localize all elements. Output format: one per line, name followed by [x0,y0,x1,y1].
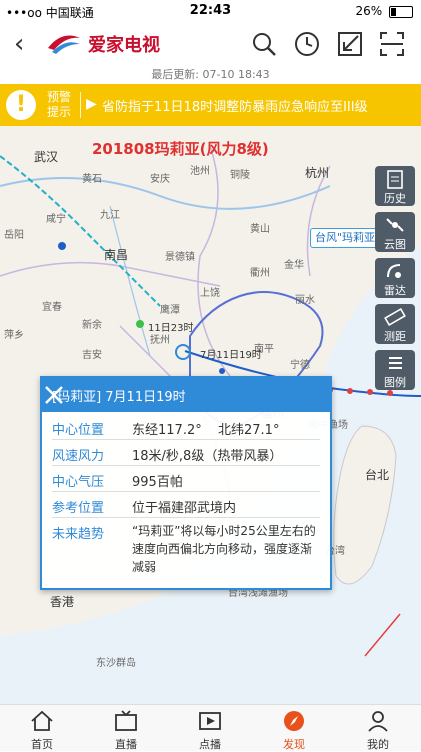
warning-icon: ! [6,90,36,120]
shrink-icon[interactable] [336,30,364,58]
place-yichun: 宜春 [42,302,62,313]
info-row-wind: 风速风力 18米/秒,8级（热带风暴） [42,440,330,466]
search-icon[interactable] [250,30,278,58]
place-wuhan: 武汉 [34,150,59,164]
place-yueyang: 岳阳 [4,230,24,241]
cloud-image-button[interactable]: 云图 [375,212,415,252]
place-jiujiang: 九江 [100,210,120,221]
place-xianning: 咸宁 [46,214,66,225]
list-icon [389,357,402,369]
info-row-reference: 参考位置 位于福建邵武境内 [42,492,330,518]
tab-discover[interactable]: 发现 [252,705,336,751]
history-clock-icon[interactable] [293,30,321,58]
warning-banner[interactable]: ! 预警 提示 ▶ 省防指于11日18时调整防暴雨应急响应至III级 [0,84,421,126]
place-tongling: 铜陵 [230,170,250,181]
discover-icon [284,711,304,731]
place-jingdezhen: 景德镇 [165,252,195,263]
app-header: ‹ 爱家电视 [0,22,421,66]
radar-button[interactable]: 雷达 [375,258,415,298]
info-row-pressure: 中心气压 995百帕 [42,466,330,492]
place-huangshan: 黄山 [250,224,270,235]
popup-title: [玛莉亚] 7月11日19时 [52,390,186,405]
battery-indicator: 26% [356,4,413,18]
close-icon[interactable] [42,383,66,407]
tab-me[interactable]: 我的 [336,705,420,751]
place-ji-an: 吉安 [82,350,102,361]
speaker-arrow-icon: ▶ [86,96,97,112]
satellite-icon [386,218,404,232]
popup-header: [玛莉亚] 7月11日19时 [42,378,330,412]
battery-icon [389,5,413,18]
last-updated: 最后更新: 07-10 18:43 [0,66,421,84]
place-lishui: 丽水 [295,295,315,306]
place-xinyu: 新余 [82,320,102,331]
vod-icon [199,712,221,730]
tab-vod[interactable]: 点播 [168,705,252,751]
place-chizhou: 池州 [190,166,210,177]
place-shangrao: 上饶 [200,288,220,299]
ruler-icon [384,307,406,327]
place-ningde: 宁德 [290,360,310,371]
bottom-tab-bar: 首页 直播 点播 发现 我的 [0,704,421,751]
place-jinhua: 金华 [284,260,304,271]
place-nanchang: 南昌 [104,248,129,262]
place-yingtan: 鹰潭 [160,305,180,316]
info-row-trend: 未来趋势 “玛莉亚”将以每小时25公里左右的速度向西偏北方向移动，强度逐渐减弱 [52,524,316,574]
status-bar: •••oo 中国联通 22:43 26% [0,0,421,22]
scan-icon[interactable] [378,30,406,58]
back-button[interactable]: ‹ [14,30,38,58]
live-icon [115,710,137,731]
distance-button[interactable]: 测距 [375,304,415,344]
place-pingxiang: 萍乡 [4,330,24,341]
warning-text: 省防指于11日18时调整防暴雨应急响应至III级 [102,100,368,115]
tab-home[interactable]: 首页 [0,705,84,751]
legend-button[interactable]: 图例 [375,350,415,390]
place-quzhou: 衢州 [250,268,270,279]
history-button[interactable]: 历史 [375,166,415,206]
place-xianggang: 香港 [50,595,75,609]
user-icon [368,711,388,732]
brand-name: 爱家电视 [88,35,160,56]
clipboard-icon [387,170,403,189]
track-label-19h: 7月11日19时 [200,350,262,361]
place-taibei: 台北 [365,468,390,482]
place-hangzhou: 杭州 [305,166,330,180]
place-huangshi: 黄石 [82,174,102,185]
place-anqing: 安庆 [150,174,170,185]
radar-icon [387,264,401,278]
warning-tag: 预警 提示 [46,90,71,119]
track-label-23h: 11日23时 [148,323,194,334]
typhoon-map[interactable]: 201808玛莉亚(风力8级) 武汉 杭州 南昌 福州 台北 香港 黄石 池州 … [0,126,421,704]
brand-logo-icon [48,35,80,54]
typhoon-info-popup: [玛莉亚] 7月11日19时 中心位置 东经117.2° 北纬27.1° 风速风… [40,376,332,590]
info-row-position: 中心位置 东经117.2° 北纬27.1° [42,414,330,440]
typhoon-title: 201808玛莉亚(风力8级) [92,140,269,158]
tab-live[interactable]: 直播 [84,705,168,751]
place-dongshadao: 东沙群岛 [96,658,136,669]
home-icon [31,710,53,731]
